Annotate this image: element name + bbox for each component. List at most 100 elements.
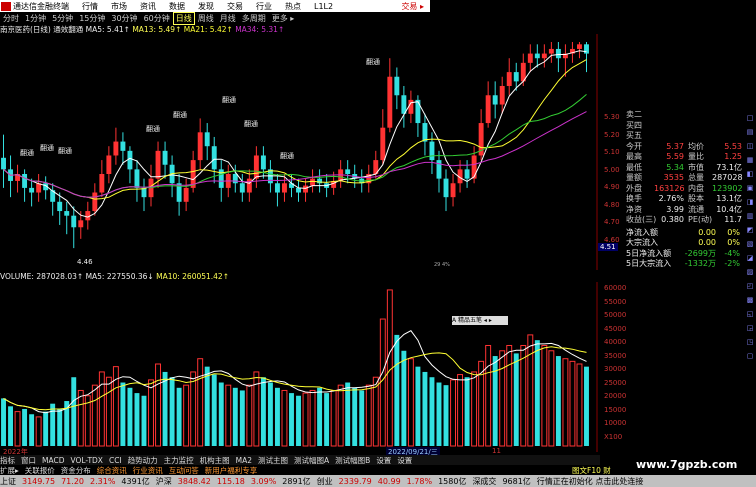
volume-chart[interactable] [0, 282, 598, 452]
menu-item-news[interactable]: 资讯 [140, 1, 156, 12]
indicator-tab[interactable]: 测试幅图B [335, 455, 370, 466]
period-5min[interactable]: 5分钟 [49, 13, 76, 24]
price-tick: 5.20 [604, 131, 620, 139]
connection-status[interactable]: 行情正在初始化 点击此处连接 [537, 476, 644, 487]
indicator-tab[interactable]: MA2 [236, 456, 252, 465]
toolbar-icon[interactable]: ◱ [746, 310, 754, 318]
input-method-popup[interactable]: A 精品五笔 ◂ ▸ [452, 316, 508, 325]
period-timeshare[interactable]: 分时 [0, 13, 22, 24]
toolbar-icon[interactable]: ▦ [746, 156, 754, 164]
volume-bar [50, 403, 56, 446]
menu-item-industry[interactable]: 行业 [256, 1, 272, 12]
toolbar-icon[interactable]: ◨ [746, 198, 754, 206]
candle-body [450, 183, 456, 198]
volume-bar [492, 356, 498, 446]
quote-value: 73.1亿 [716, 162, 742, 172]
candle-body [415, 99, 421, 124]
quote-value: 11.7 [724, 215, 742, 224]
toolbar-icon[interactable]: ▩ [746, 296, 754, 304]
volume-bar [204, 366, 210, 446]
candle-body [422, 123, 428, 142]
mid-note: 29 4% [434, 262, 450, 268]
period-15min[interactable]: 15分钟 [76, 13, 108, 24]
quote-value: 2.76% [658, 194, 684, 203]
period-multi[interactable]: 多周期 [239, 13, 269, 24]
index-value: 3.09% [250, 476, 277, 486]
info-tab[interactable]: 综合资讯 [97, 465, 127, 476]
toolbar-icon[interactable]: ▢ [746, 352, 754, 360]
candle-body [380, 127, 386, 161]
app-name: 通达信金融终端 [13, 1, 69, 11]
indicator-tab[interactable]: 测试主图 [258, 455, 288, 466]
volume-ma10: MA10: 260051.42↑ [156, 272, 229, 281]
ma5-value: MA5: 5.41↑ [85, 25, 130, 34]
index-name: 沪深 [155, 476, 172, 486]
menu-item-trade[interactable]: 交易 [227, 1, 243, 12]
signal-label: 翻通 [280, 152, 294, 160]
candle-body [492, 95, 498, 105]
info-tab[interactable]: 扩展▸ [0, 465, 19, 476]
indicator-tab[interactable]: CCI [109, 456, 122, 465]
indicator-tab[interactable]: VOL-TDX [70, 456, 102, 465]
index-value: 115.18 [216, 476, 245, 486]
toolbar-icon[interactable]: ▣ [746, 184, 754, 192]
indicator-tab[interactable]: 测试幅图A [294, 455, 329, 466]
indicator-tab[interactable]: 设置 [397, 455, 412, 466]
toolbar-icon[interactable]: ◫ [746, 142, 754, 150]
signal-label: 翻通 [40, 144, 54, 152]
price-axis: 5.30 5.20 5.10 5.00 4.90 4.80 4.70 4.60 … [598, 0, 628, 455]
toolbar-icon[interactable]: □ [746, 114, 754, 122]
price-tick: 4.80 [604, 201, 620, 209]
candle-body [260, 155, 266, 170]
menu-item-market[interactable]: 行情 [82, 1, 98, 12]
volume-bar [120, 382, 126, 446]
candlestick-chart[interactable] [0, 34, 598, 270]
volume-bar [211, 374, 217, 446]
period-30min[interactable]: 30分钟 [108, 13, 140, 24]
volume-bar [176, 387, 182, 446]
menu-item-data[interactable]: 数据 [169, 1, 185, 12]
index-value: 3149.75 [22, 476, 56, 486]
menu-bar: 通达信金融终端 行情 市场 资讯 数据 发现 交易 行业 热点 L1L2 交易 … [0, 0, 430, 12]
period-weekly[interactable]: 周线 [195, 13, 217, 24]
info-tab[interactable]: 关联报价 [25, 465, 55, 476]
toolbar-icon[interactable]: ◲ [746, 324, 754, 332]
period-monthly[interactable]: 月线 [217, 13, 239, 24]
info-tab[interactable]: 互动问答 [169, 465, 199, 476]
volume-tick: 20000 [604, 392, 627, 400]
toolbar-icon[interactable]: ▨ [746, 268, 754, 276]
period-more[interactable]: 更多 ▸ [269, 13, 298, 24]
menu-item-hot[interactable]: 热点 [285, 1, 301, 12]
candle-body [253, 155, 259, 179]
toolbar-icon[interactable]: ◧ [746, 170, 754, 178]
period-60min[interactable]: 60分钟 [141, 13, 173, 24]
volume-bar [394, 334, 400, 446]
ma34-value: MA34: 5.31↑ [235, 25, 285, 34]
info-tab[interactable]: 行业资讯 [133, 465, 163, 476]
toolbar-icon[interactable]: ▧ [746, 240, 754, 248]
menu-item-l1l2[interactable]: L1L2 [314, 2, 333, 11]
ma-legend: 南京医药(日线) 通效翻通 MA5: 5.41↑ MA13: 5.49↑ MA2… [0, 24, 430, 34]
toolbar-icon[interactable]: ◳ [746, 338, 754, 346]
quote-value: 163126 [654, 183, 685, 193]
toolbar-icon[interactable]: ◩ [746, 226, 754, 234]
info-tab[interactable]: 新用户福利专享 [205, 465, 258, 476]
trade-button[interactable]: 交易 ▸ [401, 1, 424, 12]
candle-body [92, 192, 98, 212]
period-1min[interactable]: 1分钟 [22, 13, 49, 24]
candle-body [127, 150, 133, 170]
menu-item-exchange[interactable]: 市场 [111, 1, 127, 12]
toolbar-icon[interactable]: ◪ [746, 254, 754, 262]
toolbar-icon[interactable]: ▤ [746, 128, 754, 136]
indicator-tab[interactable]: MACD [42, 456, 64, 465]
stock-name: 南京医药(日线) [0, 25, 51, 34]
indicator-tab[interactable]: 设置 [376, 455, 391, 466]
menu-item-discover[interactable]: 发现 [198, 1, 214, 12]
signal-label: 翻通 [173, 111, 187, 119]
quote-row: 最高 5.59 量比 1.25 [626, 152, 744, 163]
toolbar-icon[interactable]: ▥ [746, 212, 754, 220]
candle-body [99, 174, 105, 193]
info-tab[interactable]: 资金分布 [61, 465, 91, 476]
flow-row: 大宗流入 0.00 0% [626, 238, 744, 249]
toolbar-icon[interactable]: ◰ [746, 282, 754, 290]
